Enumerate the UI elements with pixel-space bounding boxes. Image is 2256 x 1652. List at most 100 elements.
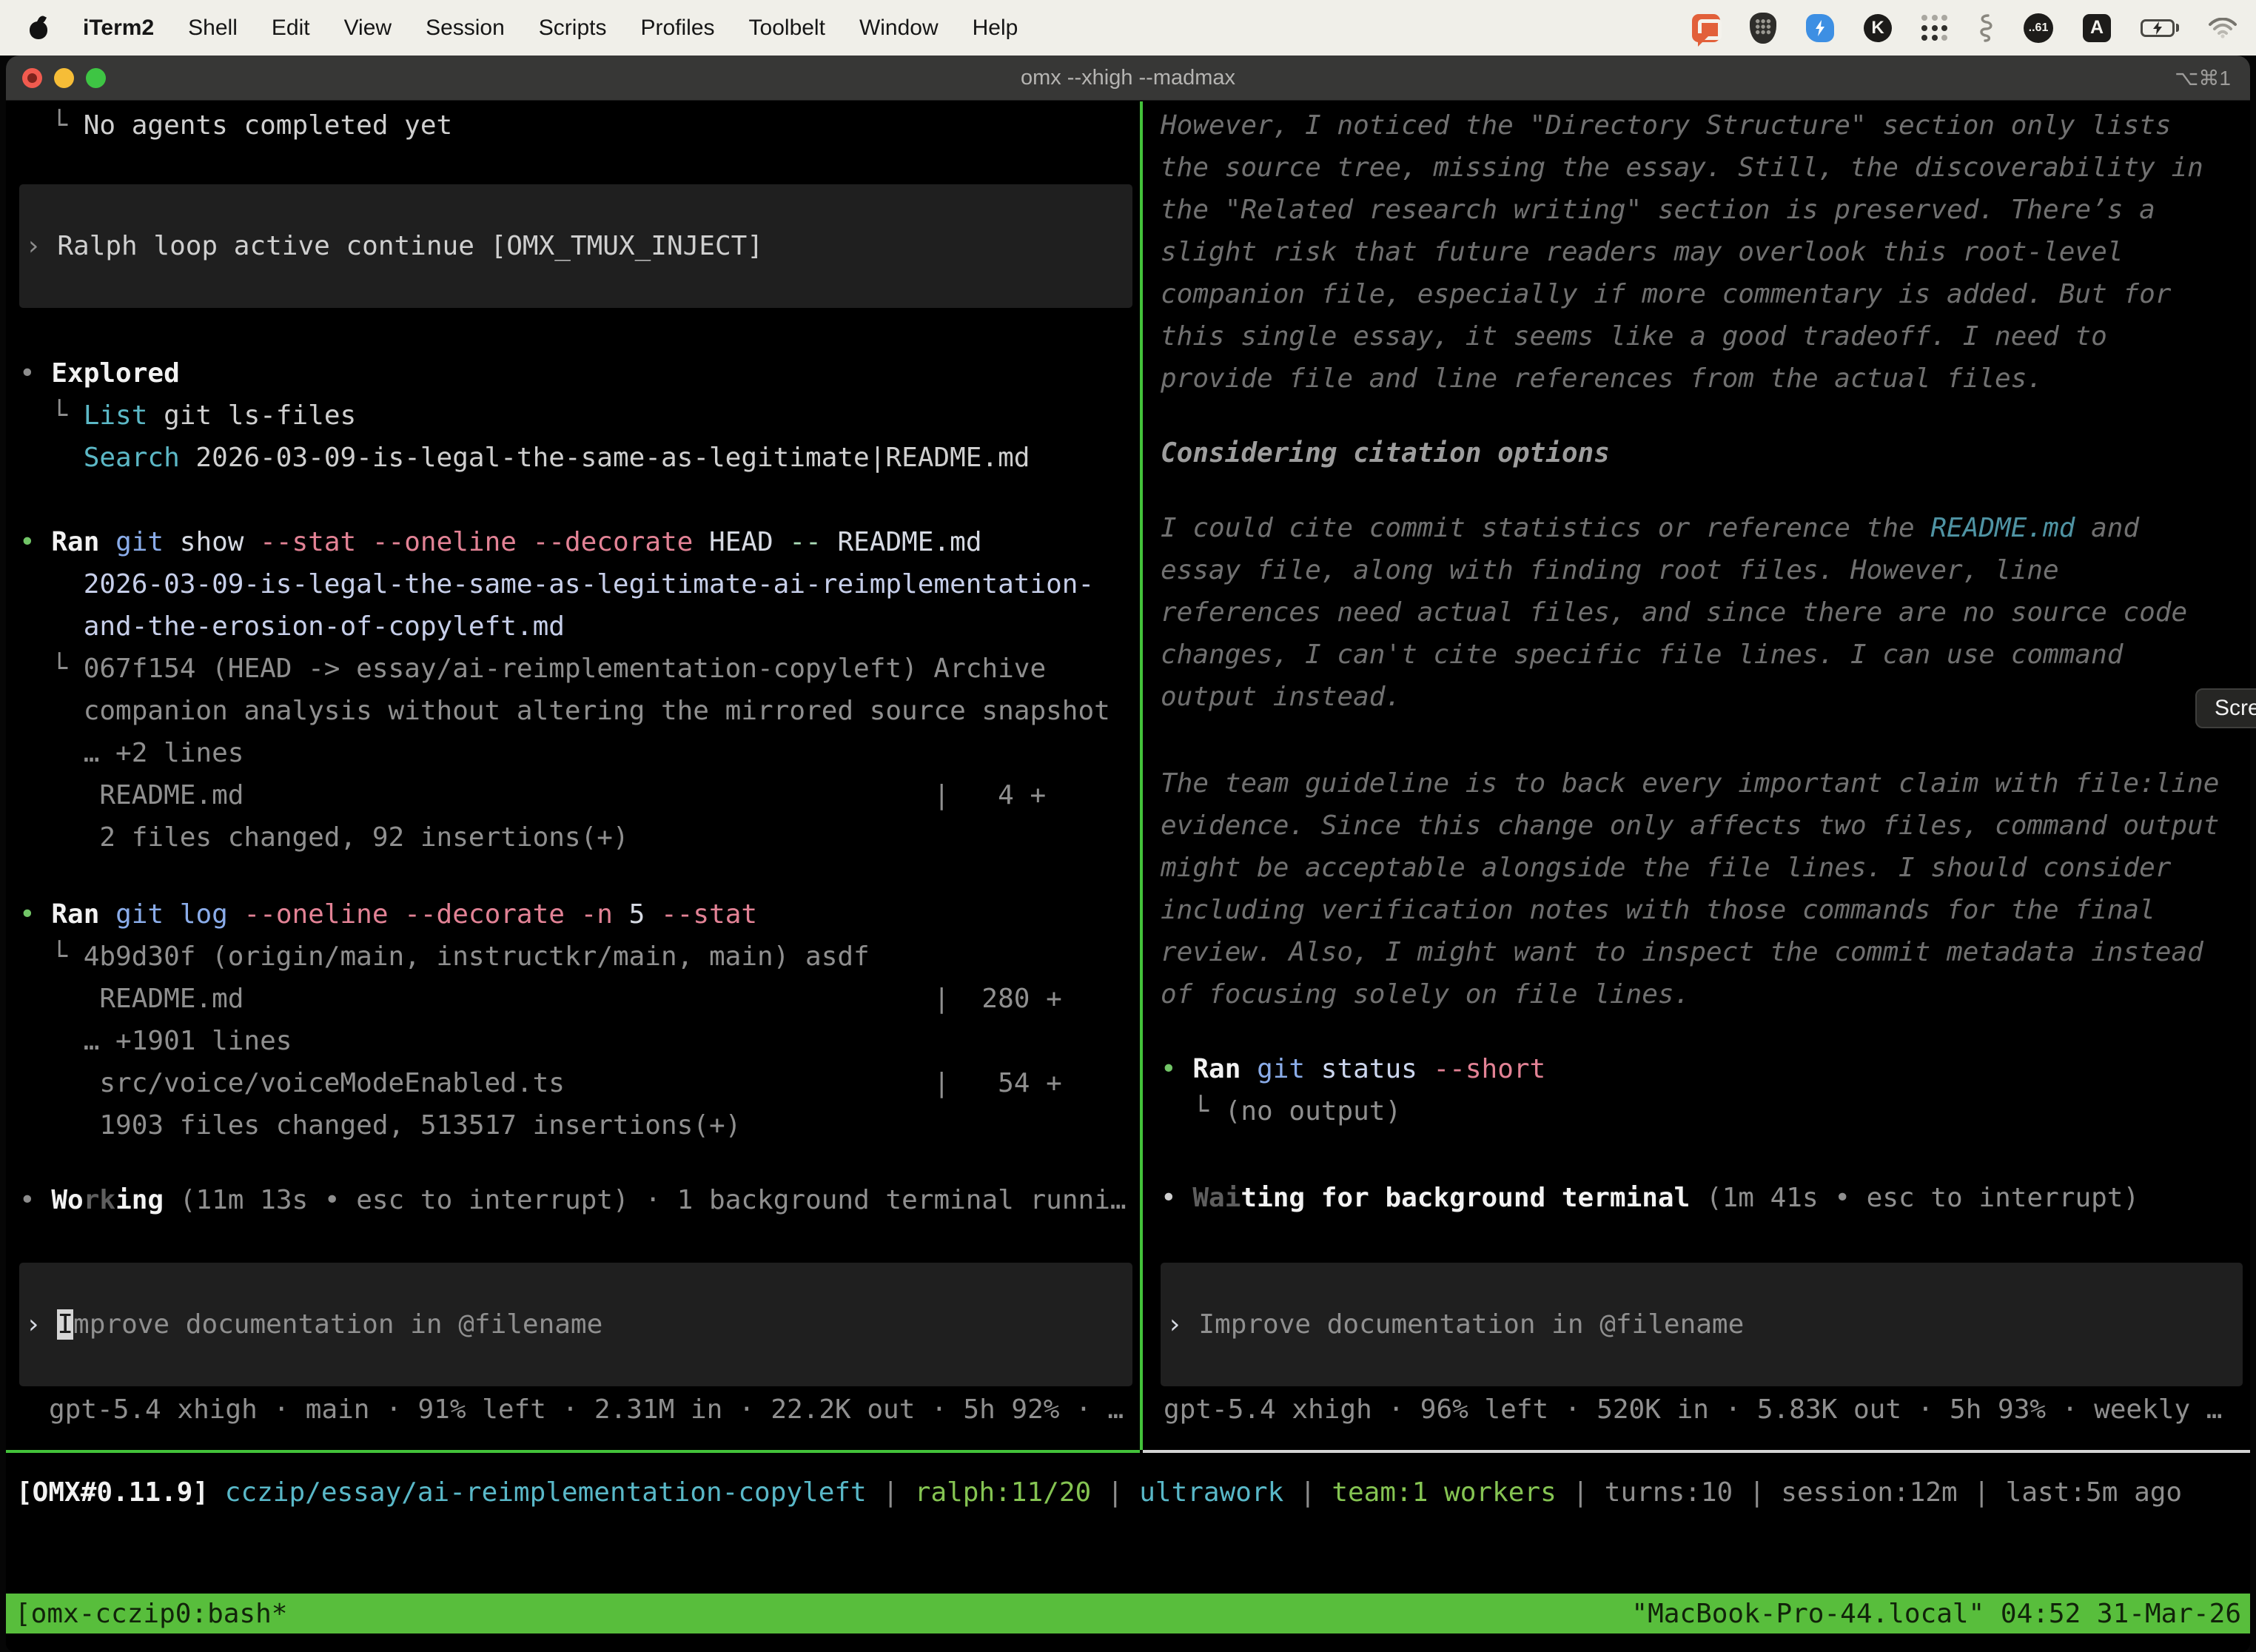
tmux-host-clock: "MacBook-Pro-44.local" 04:52 31-Mar-26 [1631, 1599, 2241, 1629]
menu-status-icons: K ..61 A [1692, 13, 2256, 44]
omx-status-line: [OMX#0.11.9] cczip/essay/ai-reimplementa… [16, 1472, 2182, 1514]
tmux-status-bar: [omx-cczip0:bash* "MacBook-Pro-44.local"… [6, 1594, 2250, 1633]
terminal-line: this single essay, it seems like a good … [1161, 315, 2250, 357]
terminal-line: Search 2026-03-09-is-legal-the-same-as-l… [19, 437, 1140, 479]
terminal-line: references need actual files, and since … [1161, 591, 2250, 634]
right-reasoning-para3: The team guideline is to back every impo… [1161, 762, 2250, 1015]
menu-item-profiles[interactable]: Profiles [640, 16, 714, 41]
menu-item-scripts[interactable]: Scripts [539, 16, 607, 41]
iterm-window: omx --xhigh --madmax ⌥⌘1 └ No agents com… [6, 56, 2250, 1652]
ralph-loop-box: › Ralph loop active continue [OMX_TMUX_I… [19, 184, 1132, 308]
terminal-line: The team guideline is to back every impo… [1161, 762, 2250, 805]
right-reasoning-heading: Considering citation options [1161, 432, 2250, 474]
charging-bolt [2152, 21, 2163, 35]
battery-icon[interactable] [2141, 19, 2179, 37]
right-session-stats: gpt-5.4 xhigh · 96% left · 520K in · 5.8… [1161, 1389, 2250, 1431]
terminal-line: and-the-erosion-of-copyleft.md [19, 605, 1140, 648]
window-title: omx --xhigh --madmax [6, 56, 2250, 101]
dots-grid-icon[interactable] [1921, 15, 1948, 41]
terminal-line: └ 067f154 (HEAD -> essay/ai-reimplementa… [19, 648, 1140, 690]
keyboard-layout-icon[interactable]: A [2083, 14, 2111, 42]
left-working-status: • Working (11m 13s • esc to interrupt) ·… [19, 1179, 1140, 1221]
terminal-line: README.md | 280 + [19, 978, 1140, 1020]
terminal-line: … +2 lines [19, 732, 1140, 774]
left-log-top: • Explored └ List git ls-files Search 20… [19, 352, 1140, 859]
right-git-status-cmd: • Ran git status --short └ (no output) [1161, 1048, 2250, 1132]
ralph-loop-line: › Ralph loop active continue [OMX_TMUX_I… [25, 225, 763, 267]
tmux-session-label: [omx-cczip0:bash* [15, 1599, 287, 1629]
terminal-line: including verification notes with those … [1161, 889, 2250, 931]
menu-item-edit[interactable]: Edit [272, 16, 310, 41]
pane-divider[interactable] [1140, 101, 1143, 1450]
terminal-line: I could cite commit statistics or refere… [1161, 507, 2250, 549]
menu-item-help[interactable]: Help [973, 16, 1018, 41]
terminal-line: evidence. Since this change only affects… [1161, 805, 2250, 847]
terminal-line: └ (no output) [1161, 1090, 2250, 1132]
terminal-line: 2 files changed, 92 insertions(+) [19, 816, 1140, 859]
apple-menu-icon[interactable] [30, 17, 49, 39]
terminal-line: • Working (11m 13s • esc to interrupt) ·… [19, 1179, 1140, 1221]
terminal-line: companion file, especially if more comme… [1161, 273, 2250, 315]
terminal-line: Considering citation options [1161, 432, 2250, 474]
terminal-line: essay file, along with finding root file… [1161, 549, 2250, 591]
terminal-line: • Ran git log --oneline --decorate -n 5 … [19, 893, 1140, 936]
menu-items: iTerm2 Shell Edit View Session Scripts Profile… [83, 16, 1018, 41]
menu-item-toolbelt[interactable]: Toolbelt [749, 16, 825, 41]
right-prompt-line[interactable]: › Improve documentation in @filename [1166, 1303, 1744, 1346]
terminal-line: provide file and line references from th… [1161, 357, 2250, 400]
right-waiting-status: • Waiting for background terminal (1m 41… [1161, 1177, 2250, 1219]
terminal[interactable]: └ No agents completed yet › Ralph loop a… [6, 101, 2250, 1652]
terminal-line: companion analysis without altering the … [19, 690, 1140, 732]
left-log-bottom: • Ran git log --oneline --decorate -n 5 … [19, 893, 1140, 1146]
squiggle-icon[interactable] [1978, 13, 1994, 43]
right-pane[interactable]: However, I noticed the "Directory Struct… [1149, 101, 2250, 1431]
menu-item-iterm2[interactable]: iTerm2 [83, 16, 154, 41]
terminal-line: 1903 files changed, 513517 insertions(+) [19, 1104, 1140, 1146]
wifi-icon[interactable] [2209, 18, 2237, 38]
battery-percent-badge-icon[interactable]: ..61 [2024, 13, 2053, 43]
terminal-line: slight risk that future readers may over… [1161, 231, 2250, 273]
menu-item-session[interactable]: Session [426, 16, 505, 41]
macos-menu-bar: iTerm2 Shell Edit View Session Scripts Profile… [0, 0, 2256, 56]
screen-sharing-button[interactable]: Scre [2195, 688, 2256, 728]
titlebar[interactable]: omx --xhigh --madmax ⌥⌘1 [6, 56, 2250, 101]
terminal-line: • Ran git show --stat --oneline --decora… [19, 521, 1140, 563]
terminal-line: might be acceptable alongside the file l… [1161, 847, 2250, 889]
chat-app-icon[interactable] [1692, 14, 1720, 42]
menu-item-window[interactable]: Window [859, 16, 939, 41]
terminal-line: • Waiting for background terminal (1m 41… [1161, 1177, 2250, 1219]
terminal-line: README.md | 4 + [19, 774, 1140, 816]
right-reasoning-para2: I could cite commit statistics or refere… [1161, 507, 2250, 718]
terminal-line [19, 479, 1140, 521]
terminal-line: changes, I can't cite specific file line… [1161, 634, 2250, 676]
menu-item-shell[interactable]: Shell [188, 16, 238, 41]
terminal-line: └ No agents completed yet [19, 104, 1140, 147]
left-pane[interactable]: └ No agents completed yet › Ralph loop a… [6, 101, 1140, 1431]
blue-bolt-icon[interactable] [1806, 14, 1834, 42]
window-shortcut-badge: ⌥⌘1 [2175, 56, 2231, 101]
terminal-line: output instead. [1161, 676, 2250, 718]
bolt-glyph [1813, 19, 1827, 37]
terminal-line: … +1901 lines [19, 1020, 1140, 1062]
left-prompt-line[interactable]: › Improve documentation in @filename [25, 1303, 602, 1346]
terminal-line: • Explored [19, 352, 1140, 394]
terminal-line: • Ran git status --short [1161, 1048, 2250, 1090]
right-reasoning-para1: However, I noticed the "Directory Struct… [1161, 104, 2250, 400]
terminal-line: review. Also, I might want to inspect th… [1161, 931, 2250, 973]
menu-item-view[interactable]: View [344, 16, 392, 41]
terminal-line: └ List git ls-files [19, 394, 1140, 437]
left-session-stats: gpt-5.4 xhigh · main · 91% left · 2.31M … [19, 1389, 1140, 1431]
right-prompt-input[interactable]: › Improve documentation in @filename [1161, 1263, 2243, 1386]
terminal-line: └ 4b9d30f (origin/main, instructkr/main,… [19, 936, 1140, 978]
k-circle-icon[interactable]: K [1864, 14, 1892, 42]
left-pane-bottom-border [6, 1450, 1140, 1453]
terminal-line: 2026-03-09-is-legal-the-same-as-legitima… [19, 563, 1140, 605]
terminal-line: of focusing solely on file lines. [1161, 973, 2250, 1015]
terminal-line: the "Related research writing" section i… [1161, 189, 2250, 231]
terminal-line: src/voice/voiceModeEnabled.ts | 54 + [19, 1062, 1140, 1104]
shield-grid-icon[interactable] [1750, 13, 1776, 44]
right-pane-bottom-border [1143, 1450, 2250, 1453]
left-prompt-input[interactable]: › Improve documentation in @filename [19, 1263, 1132, 1386]
left-agents-note: └ No agents completed yet [19, 104, 1140, 147]
terminal-line: However, I noticed the "Directory Struct… [1161, 104, 2250, 147]
